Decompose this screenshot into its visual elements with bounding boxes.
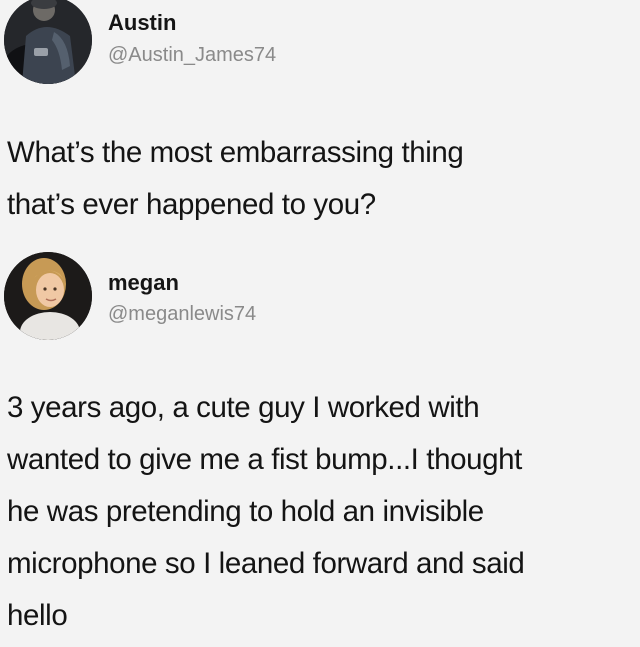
author-name[interactable]: megan (108, 270, 179, 296)
tweet-text-line: hello (7, 599, 68, 632)
tweet-text: What’s the most embarrassing thing that’… (7, 127, 640, 231)
tweet-text-line: he was pretending to hold an invisible (7, 495, 484, 528)
tweet-text-line: What’s the most embarrassing thing (7, 136, 464, 169)
megan-avatar[interactable] (4, 252, 92, 340)
tweet-text: 3 years ago, a cute guy I worked with wa… (7, 382, 640, 642)
author-handle[interactable]: @meganlewis74 (108, 302, 256, 326)
tweet-text-line: that’s ever happened to you? (7, 188, 376, 221)
tweet-text-line: wanted to give me a fist bump...I though… (7, 443, 522, 476)
tweet-text-line: microphone so I leaned forward and said (7, 547, 525, 580)
person-photo-icon (4, 0, 92, 84)
author-handle[interactable]: @Austin_James74 (108, 43, 276, 67)
person-photo-icon (4, 252, 92, 340)
author-name[interactable]: Austin (108, 10, 176, 36)
tweet-text-line: 3 years ago, a cute guy I worked with (7, 391, 480, 424)
austin-avatar[interactable] (4, 0, 92, 84)
